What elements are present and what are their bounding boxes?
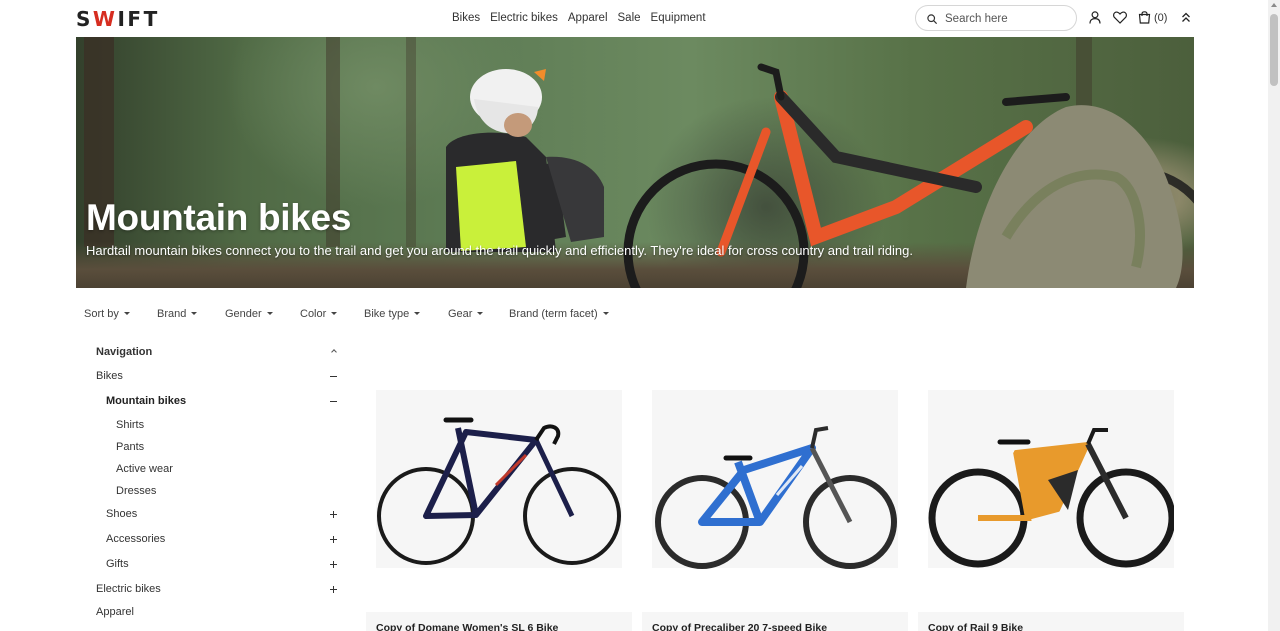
filter-label: Brand (term facet) [509, 308, 598, 320]
caret-down-icon [123, 312, 130, 315]
sidebar-item-pants[interactable]: Pants [96, 441, 338, 457]
filter-label: Sort by [84, 308, 119, 320]
sidebar-item-label: Pants [116, 441, 145, 453]
sidebar-item-gifts[interactable]: Gifts [96, 558, 338, 574]
scroll-up-arrow-icon[interactable] [1271, 3, 1277, 7]
product-card[interactable]: Copy of Precaliber 20 7-speed Bike [642, 390, 908, 631]
sidebar-item-label: Shirts [116, 419, 145, 431]
hero-title: Mountain bikes [86, 197, 352, 238]
logo-text: SWIFT [76, 7, 160, 31]
nav-apparel[interactable]: Apparel [568, 12, 608, 24]
page-scrollbar[interactable] [1268, 0, 1280, 631]
filter-label: Bike type [364, 308, 410, 320]
plus-icon[interactable] [328, 533, 338, 545]
hero-subtitle: Hardtail mountain bikes connect you to t… [86, 243, 913, 258]
main-nav: Bikes Electric bikes Apparel Sale Equipm… [452, 12, 706, 24]
chevrons-up-icon[interactable] [1181, 12, 1191, 23]
sidebar-item-label: Gifts [106, 558, 129, 570]
filter-label: Brand [157, 308, 187, 320]
filter-brand-term-facet[interactable]: Brand (term facet) [509, 308, 609, 320]
nav-sale[interactable]: Sale [618, 12, 641, 24]
nav-bikes[interactable]: Bikes [452, 12, 480, 24]
product-title[interactable]: Copy of Rail 9 Bike [928, 622, 1023, 631]
product-card[interactable]: Copy of Domane Women's SL 6 Bike [366, 390, 632, 631]
cart-icon[interactable] [1138, 11, 1151, 24]
sidebar-item-label: Electric bikes [96, 583, 161, 595]
minus-icon[interactable] [328, 395, 338, 407]
sidebar-item-label: Bikes [96, 370, 123, 382]
filter-sort-by[interactable]: Sort by [84, 308, 130, 320]
sidebar-item-label: Active wear [116, 463, 173, 475]
sidebar-item-label: Mountain bikes [106, 395, 187, 407]
logo[interactable]: SWIFT [76, 7, 160, 31]
search-input[interactable] [945, 10, 1070, 27]
nav-equipment[interactable]: Equipment [651, 12, 706, 24]
filter-brand[interactable]: Brand [157, 308, 198, 320]
sidebar-item-label: Dresses [116, 485, 157, 497]
caret-down-icon [414, 312, 421, 315]
filter-color[interactable]: Color [300, 308, 338, 320]
search-icon [927, 14, 937, 24]
site-header: SWIFT Bikes Electric bikes Apparel Sale … [0, 0, 1268, 37]
user-icon[interactable] [1089, 11, 1101, 24]
sidebar-item-dresses[interactable]: Dresses [96, 485, 338, 501]
product-title[interactable]: Copy of Domane Women's SL 6 Bike [376, 622, 558, 631]
sidebar-item-label: Accessories [106, 533, 166, 545]
heart-icon[interactable] [1113, 11, 1127, 24]
sidebar-item-shoes[interactable]: Shoes [96, 508, 338, 524]
filter-label: Color [300, 308, 327, 320]
sidebar-item-accessories[interactable]: Accessories [96, 533, 338, 549]
filter-bike-type[interactable]: Bike type [364, 308, 421, 320]
search-box[interactable] [915, 5, 1077, 31]
sidebar-item-bikes[interactable]: Bikes [96, 370, 338, 386]
hero-banner: Mountain bikes Hardtail mountain bikes c… [76, 37, 1194, 288]
cart-count[interactable]: (0) [1154, 12, 1167, 24]
sidebar-item-label: Apparel [96, 606, 134, 618]
caret-down-icon [477, 312, 484, 315]
sidebar-item-apparel[interactable]: Apparel [96, 606, 338, 622]
filter-gear[interactable]: Gear [448, 308, 484, 320]
plus-icon[interactable] [328, 583, 338, 595]
scrollbar-thumb[interactable] [1270, 14, 1278, 86]
sidebar-item-active-wear[interactable]: Active wear [96, 463, 338, 479]
filter-gender[interactable]: Gender [225, 308, 273, 320]
plus-icon[interactable] [328, 508, 338, 520]
sidebar-item-shirts[interactable]: Shirts [96, 419, 338, 435]
bike-image [655, 426, 897, 569]
bike-image [377, 417, 621, 565]
product-card[interactable]: Copy of Rail 9 Bike [918, 390, 1184, 631]
caret-down-icon [602, 312, 609, 315]
caret-down-icon [331, 312, 338, 315]
minus-icon[interactable] [328, 370, 338, 382]
plus-icon[interactable] [328, 558, 338, 570]
nav-electric-bikes[interactable]: Electric bikes [490, 12, 558, 24]
sidebar-heading[interactable]: Navigation [96, 346, 338, 362]
product-title[interactable]: Copy of Precaliber 20 7-speed Bike [652, 622, 827, 631]
sidebar-heading-label: Navigation [96, 346, 153, 358]
caret-down-icon [266, 312, 273, 315]
sidebar-item-electric-bikes[interactable]: Electric bikes [96, 583, 338, 599]
filter-label: Gender [225, 308, 262, 320]
sidebar-item-label: Shoes [106, 508, 138, 520]
bike-image [928, 428, 1174, 568]
sidebar-item-mountain-bikes[interactable]: Mountain bikes [96, 395, 338, 411]
filter-label: Gear [448, 308, 473, 320]
chevron-up-icon[interactable] [328, 346, 338, 358]
caret-down-icon [191, 312, 198, 315]
